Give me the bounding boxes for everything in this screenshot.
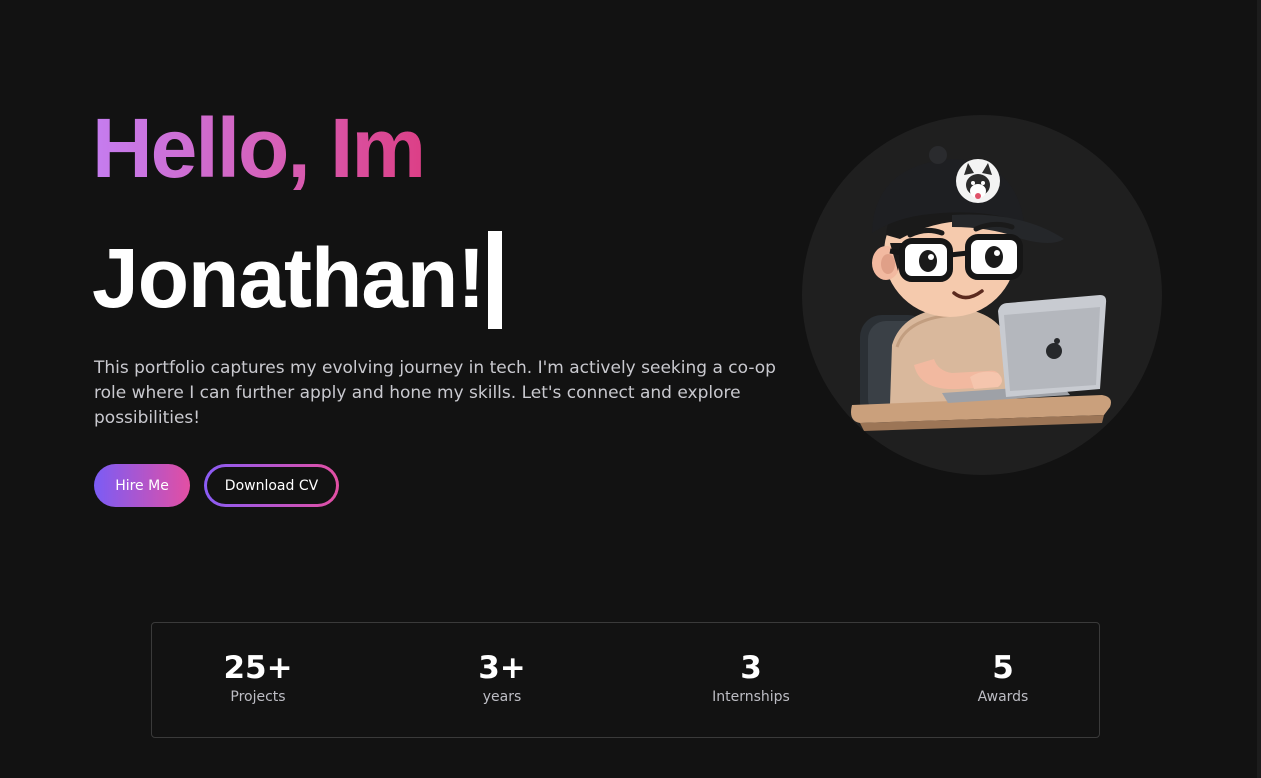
stat-label: years <box>482 689 522 705</box>
stat-value: 25+ <box>223 650 293 686</box>
hire-me-button[interactable]: Hire Me <box>94 464 190 507</box>
hero-name-text: Jonathan! <box>92 231 485 325</box>
typing-cursor <box>488 231 503 329</box>
developer-avatar-icon <box>851 146 1111 431</box>
portfolio-page: Hello, Im Jonathan! This portfolio captu… <box>0 0 1261 778</box>
hero-name: Jonathan! <box>92 228 503 329</box>
avatar <box>802 115 1162 475</box>
stat-label: Internships <box>712 689 790 705</box>
stat-label: Awards <box>977 689 1029 705</box>
stat-years: 3+ years <box>422 649 582 705</box>
stat-label: Projects <box>230 689 286 705</box>
stat-internships: 3 Internships <box>671 649 831 705</box>
stat-awards: 5 Awards <box>923 649 1083 705</box>
stat-projects: 25+ Projects <box>178 649 338 705</box>
stats-panel: 25+ Projects 3+ years 3 Internships 5 Aw… <box>151 622 1100 738</box>
scrollbar-track[interactable] <box>1257 0 1261 778</box>
hero-intro: This portfolio captures my evolving jour… <box>94 358 776 428</box>
hero-greeting: Hello, Im <box>92 98 426 198</box>
stat-value: 5 <box>992 650 1014 686</box>
stat-value: 3 <box>740 650 762 686</box>
stat-value: 3+ <box>478 650 526 686</box>
download-cv-border: Download CV <box>204 464 339 507</box>
download-cv-button[interactable]: Download CV <box>207 467 336 504</box>
